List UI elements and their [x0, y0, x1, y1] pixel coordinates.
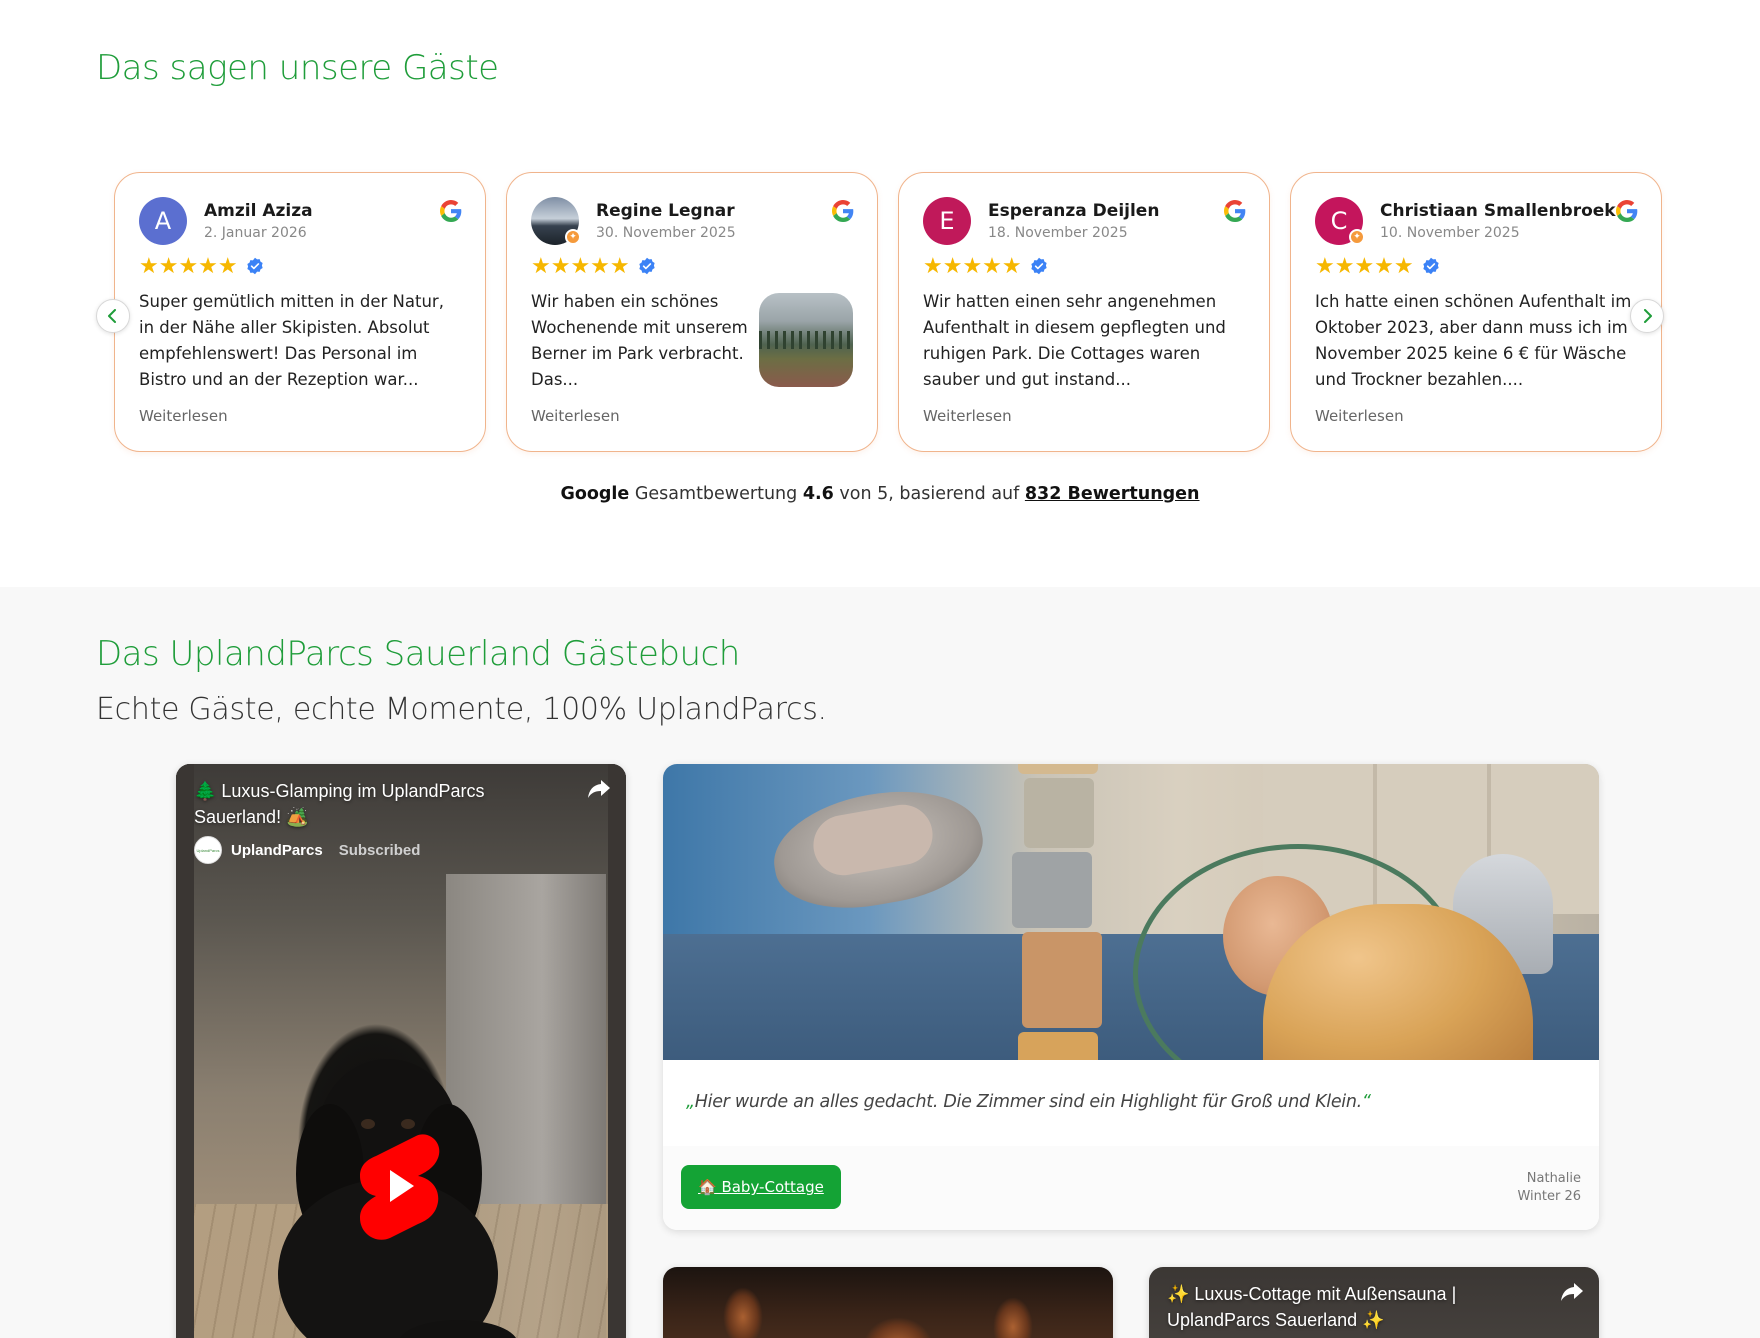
rating-stars: ★★★★★	[531, 253, 630, 278]
summary-rating: 4.6	[802, 484, 834, 504]
carousel-next-button[interactable]	[1630, 299, 1664, 333]
read-more-link[interactable]: Weiterlesen	[1315, 407, 1404, 425]
verified-badge-icon	[1422, 257, 1439, 275]
story-footer: 🏠 Baby-Cottage Nathalie Winter 26	[663, 1146, 1599, 1230]
review-text: Ich hatte einen schönen Aufenthalt im Ok…	[1315, 292, 1632, 389]
review-card: E Esperanza Deijlen 18. November 2025 ★★…	[898, 172, 1270, 452]
guest-story-card: „Hier wurde an alles gedacht. Die Zimmer…	[663, 764, 1599, 1230]
google-icon	[832, 200, 854, 222]
channel-info: UplandParcs UplandParcs Subscribed	[194, 836, 420, 864]
quote-open-mark: „	[686, 1092, 695, 1112]
story-photo	[663, 764, 1599, 1060]
review-date: 10. November 2025	[1380, 225, 1520, 241]
summary-scale-text: von 5, basierend auf	[839, 484, 1020, 504]
channel-logo-text: UplandParcs	[196, 847, 220, 853]
rating-stars: ★★★★★	[1315, 253, 1414, 278]
avatar: ✦	[531, 197, 581, 245]
reviewer-name: Regine Legnar	[596, 201, 735, 221]
reviews-heading: Das sagen unsere Gäste	[96, 48, 499, 88]
avatar: C ✦	[1315, 197, 1365, 245]
review-card: C ✦ Christiaan Smallenbroek 10. November…	[1290, 172, 1662, 452]
summary-brand: Google	[560, 484, 630, 504]
summary-label: Gesamtbewertung	[634, 484, 798, 504]
youtube-short-video[interactable]: ✨ Luxus-Cottage mit Außensauna | UplandP…	[1149, 1267, 1599, 1338]
reviewer-name: Amzil Aziza	[204, 201, 313, 221]
review-text: Wir hatten einen sehr angenehmen Aufenth…	[923, 292, 1226, 389]
review-text: Wir haben ein schönes Wochenende mit uns…	[531, 292, 748, 389]
chevron-left-icon	[108, 309, 116, 323]
avatar: E	[923, 197, 971, 245]
youtube-short-video[interactable]: 🌲 Luxus-Glamping im UplandParcs Sauerlan…	[176, 764, 626, 1338]
guestbook-section: Das UplandParcs Sauerland Gästebuch Echt…	[0, 587, 1760, 1338]
local-guide-badge-icon: ✦	[565, 229, 581, 245]
chevron-right-icon	[1644, 309, 1652, 323]
channel-avatar[interactable]: UplandParcs	[194, 836, 222, 864]
review-date: 30. November 2025	[596, 225, 736, 241]
review-photo[interactable]	[759, 293, 853, 387]
verified-badge-icon	[638, 257, 655, 275]
avatar-letter: C	[1330, 207, 1348, 235]
review-date: 18. November 2025	[988, 225, 1128, 241]
google-icon	[440, 200, 462, 222]
youtube-shorts-play-icon[interactable]	[358, 1132, 442, 1240]
guestbook-subtitle: Echte Gäste, echte Momente, 100% UplandP…	[96, 692, 827, 727]
quote-close-mark: “	[1361, 1092, 1371, 1112]
video-title[interactable]: ✨ Luxus-Cottage mit Außensauna | UplandP…	[1167, 1281, 1547, 1333]
reviews-section: Das sagen unsere Gäste A Amzil Aziza 2. …	[0, 0, 1760, 587]
verified-badge-icon	[246, 257, 263, 275]
rating-stars: ★★★★★	[923, 253, 1022, 278]
read-more-link[interactable]: Weiterlesen	[139, 407, 228, 425]
guest-quote: „Hier wurde an alles gedacht. Die Zimmer…	[686, 1092, 1566, 1112]
author-name: Nathalie	[1526, 1171, 1581, 1186]
cottage-tag-button[interactable]: 🏠 Baby-Cottage	[681, 1165, 841, 1209]
channel-name[interactable]: UplandParcs	[231, 842, 323, 859]
review-card: ✦ Regine Legnar 30. November 2025 ★★★★★ …	[506, 172, 878, 452]
review-text: Super gemütlich mitten in der Natur, in …	[139, 292, 444, 389]
quote-text: Hier wurde an alles gedacht. Die Zimmer …	[694, 1092, 1362, 1112]
reviewer-name: Esperanza Deijlen	[988, 201, 1160, 221]
avatar: A	[139, 197, 187, 245]
reviews-count-link[interactable]: 832 Bewertungen	[1025, 484, 1200, 504]
verified-badge-icon	[1030, 257, 1047, 275]
subscribed-label[interactable]: Subscribed	[339, 842, 421, 859]
google-icon	[1224, 200, 1246, 222]
guestbook-heading: Das UplandParcs Sauerland Gästebuch	[96, 634, 740, 674]
review-card: A Amzil Aziza 2. Januar 2026 ★★★★★ Super…	[114, 172, 486, 452]
share-icon[interactable]	[586, 778, 612, 800]
overall-rating-summary: Google Gesamtbewertung 4.6 von 5, basier…	[0, 484, 1760, 504]
reviewer-name: Christiaan Smallenbroek	[1380, 201, 1616, 221]
read-more-link[interactable]: Weiterlesen	[531, 407, 620, 425]
author-season: Winter 26	[1517, 1189, 1581, 1204]
carousel-prev-button[interactable]	[96, 299, 130, 333]
rating-stars: ★★★★★	[139, 253, 238, 278]
share-icon[interactable]	[1559, 1281, 1585, 1303]
read-more-link[interactable]: Weiterlesen	[923, 407, 1012, 425]
youtube-short-video[interactable]	[663, 1267, 1113, 1338]
review-date: 2. Januar 2026	[204, 225, 307, 241]
local-guide-badge-icon: ✦	[1349, 229, 1365, 245]
video-title[interactable]: 🌲 Luxus-Glamping im UplandParcs Sauerlan…	[194, 778, 554, 830]
reviews-carousel: A Amzil Aziza 2. Januar 2026 ★★★★★ Super…	[96, 172, 1664, 452]
toy-blocks	[1012, 764, 1102, 1060]
story-author: Nathalie Winter 26	[1517, 1170, 1581, 1206]
google-icon	[1616, 200, 1638, 222]
